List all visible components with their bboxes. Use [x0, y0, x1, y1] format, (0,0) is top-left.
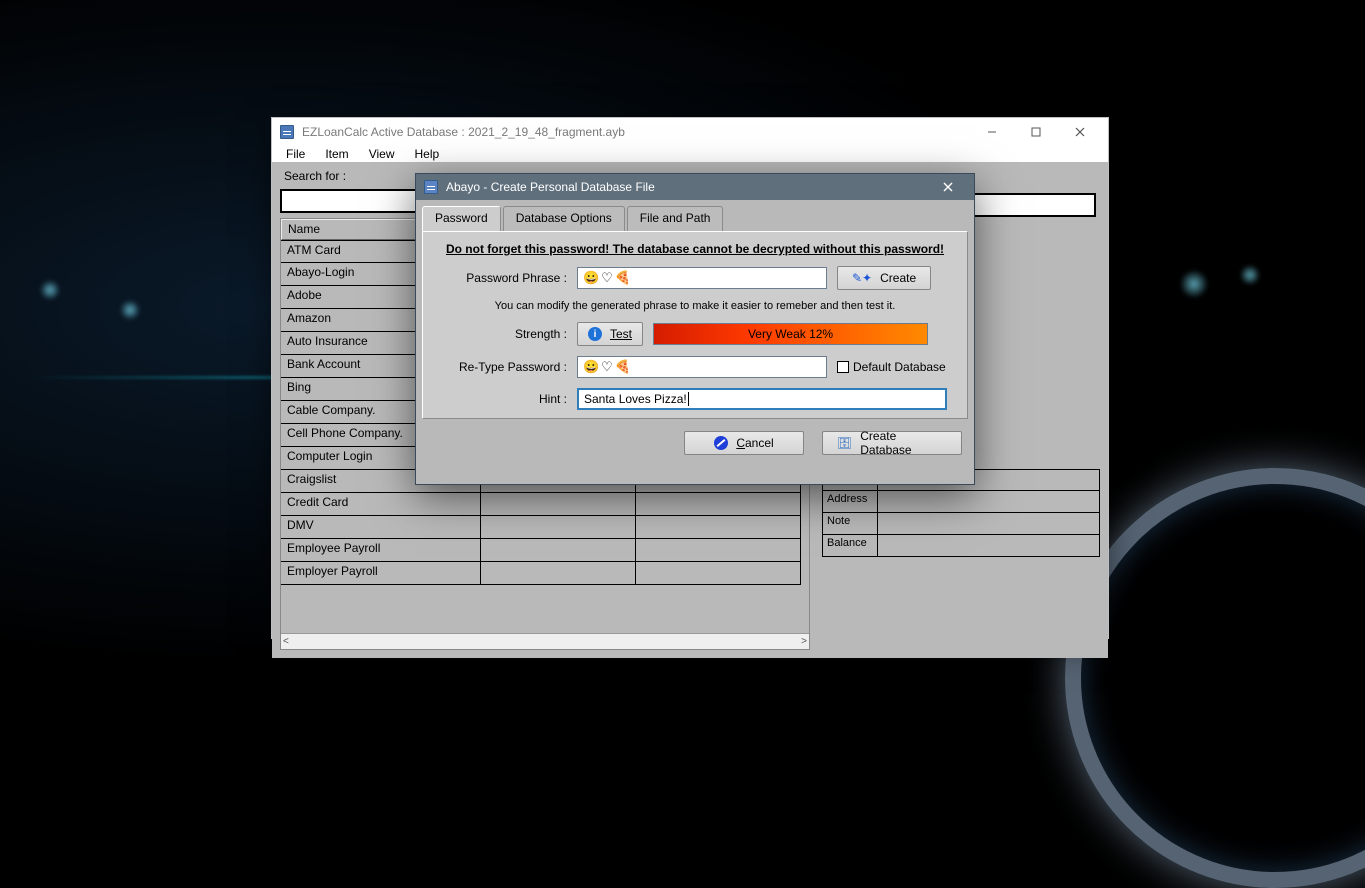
hint-value: Santa Loves Pizza! — [584, 392, 687, 406]
password-phrase-value: 😀♡🍕 — [583, 270, 633, 286]
table-row[interactable]: Credit Card — [281, 493, 809, 516]
decorative-arc — [1065, 468, 1365, 888]
cancel-rest: ancel — [745, 436, 774, 450]
bokeh-light — [1180, 270, 1208, 298]
detail-row: Balance — [822, 535, 1100, 557]
create-db-dialog: Abayo - Create Personal Database File Pa… — [415, 173, 975, 485]
detail-value[interactable] — [877, 513, 1100, 535]
test-strength-button[interactable]: i Test — [577, 322, 643, 346]
cell-name: DMV — [281, 516, 481, 539]
table-row[interactable]: DMV — [281, 516, 809, 539]
detail-key: Balance — [822, 535, 877, 557]
cell-blank — [481, 562, 636, 585]
detail-row: Address — [822, 491, 1100, 513]
default-database-checkbox[interactable]: Default Database — [837, 360, 946, 374]
scroll-right-icon: > — [801, 636, 807, 647]
tab-password[interactable]: Password — [422, 206, 501, 231]
cell-name: Employee Payroll — [281, 539, 481, 562]
retype-password-value: 😀♡🍕 — [583, 359, 633, 375]
menu-help[interactable]: Help — [406, 146, 447, 162]
cell-blank — [636, 493, 801, 516]
detail-value[interactable] — [877, 535, 1100, 557]
dialog-title: Abayo - Create Personal Database File — [446, 180, 655, 194]
table-row[interactable]: Employee Payroll — [281, 539, 809, 562]
detail-row: Note — [822, 513, 1100, 535]
horizontal-scrollbar[interactable]: < > — [281, 633, 809, 649]
row-password-phrase: Password Phrase : 😀♡🍕 ✎✦ Create — [437, 266, 953, 290]
create-database-label: Create Database — [860, 429, 947, 457]
cell-blank — [481, 493, 636, 516]
row-retype: Re-Type Password : 😀♡🍕 Default Database — [437, 356, 953, 378]
main-window-title: EZLoanCalc Active Database : 2021_2_19_4… — [302, 125, 625, 139]
tab-page-password: Do not forget this password! The databas… — [422, 231, 968, 419]
cell-blank — [636, 562, 801, 585]
detail-key: Note — [822, 513, 877, 535]
label-password-phrase: Password Phrase : — [437, 271, 567, 285]
minimize-icon — [987, 127, 997, 137]
minimize-button[interactable] — [970, 118, 1014, 146]
dialog-tabs: Password Database Options File and Path — [416, 200, 974, 231]
cell-blank — [636, 516, 801, 539]
menu-view[interactable]: View — [361, 146, 403, 162]
search-label: Search for : — [280, 168, 350, 184]
strength-meter: Very Weak 12% — [653, 323, 928, 345]
text-caret — [688, 392, 689, 406]
main-titlebar[interactable]: EZLoanCalc Active Database : 2021_2_19_4… — [272, 118, 1108, 146]
test-label: Test — [610, 327, 632, 341]
bokeh-light — [120, 300, 140, 320]
tab-database-options[interactable]: Database Options — [503, 206, 625, 231]
cancel-button[interactable]: Cancel — [684, 431, 804, 455]
close-icon — [1075, 127, 1085, 137]
maximize-icon — [1031, 127, 1041, 137]
dialog-close-button[interactable] — [928, 174, 968, 200]
menu-file[interactable]: File — [278, 146, 313, 162]
bokeh-light — [40, 280, 60, 300]
helper-text: You can modify the generated phrase to m… — [437, 300, 953, 312]
cancel-letter: C — [736, 436, 745, 450]
deny-icon — [714, 436, 728, 450]
cell-blank — [636, 539, 801, 562]
hint-input[interactable]: Santa Loves Pizza! — [577, 388, 947, 410]
menubar: File Item View Help — [272, 146, 1108, 162]
label-hint: Hint : — [437, 392, 567, 406]
cell-name: Credit Card — [281, 493, 481, 516]
tab-file-and-path[interactable]: File and Path — [627, 206, 724, 231]
cell-blank — [481, 516, 636, 539]
wand-icon: ✎✦ — [852, 271, 872, 285]
bokeh-light — [1240, 265, 1260, 285]
row-hint: Hint : Santa Loves Pizza! — [437, 388, 953, 410]
table-row[interactable]: Employer Payroll — [281, 562, 809, 585]
default-database-label: Default Database — [853, 360, 946, 374]
close-icon — [943, 182, 953, 192]
dialog-app-icon — [424, 180, 438, 194]
create-database-button[interactable]: 🗄 Create Database — [822, 431, 962, 455]
app-icon — [280, 125, 294, 139]
menu-item[interactable]: Item — [317, 146, 356, 162]
cell-name: Employer Payroll — [281, 562, 481, 585]
dialog-titlebar[interactable]: Abayo - Create Personal Database File — [416, 174, 974, 200]
detail-value[interactable] — [877, 491, 1100, 513]
maximize-button[interactable] — [1014, 118, 1058, 146]
label-retype: Re-Type Password : — [437, 360, 567, 374]
checkbox-icon — [837, 361, 849, 373]
database-icon: 🗄 — [837, 436, 852, 450]
detail-key: Address — [822, 491, 877, 513]
retype-password-input[interactable]: 😀♡🍕 — [577, 356, 827, 378]
label-strength: Strength : — [437, 327, 567, 341]
scroll-left-icon: < — [283, 636, 289, 647]
close-button[interactable] — [1058, 118, 1102, 146]
password-phrase-input[interactable]: 😀♡🍕 — [577, 267, 827, 289]
info-icon: i — [588, 327, 602, 341]
create-phrase-label: Create — [880, 271, 916, 285]
strength-value: Very Weak 12% — [748, 327, 833, 341]
create-phrase-button[interactable]: ✎✦ Create — [837, 266, 931, 290]
password-warning: Do not forget this password! The databas… — [437, 242, 953, 256]
cell-blank — [481, 539, 636, 562]
row-strength: Strength : i Test Very Weak 12% — [437, 322, 953, 346]
dialog-button-row: Cancel 🗄 Create Database — [416, 425, 974, 465]
